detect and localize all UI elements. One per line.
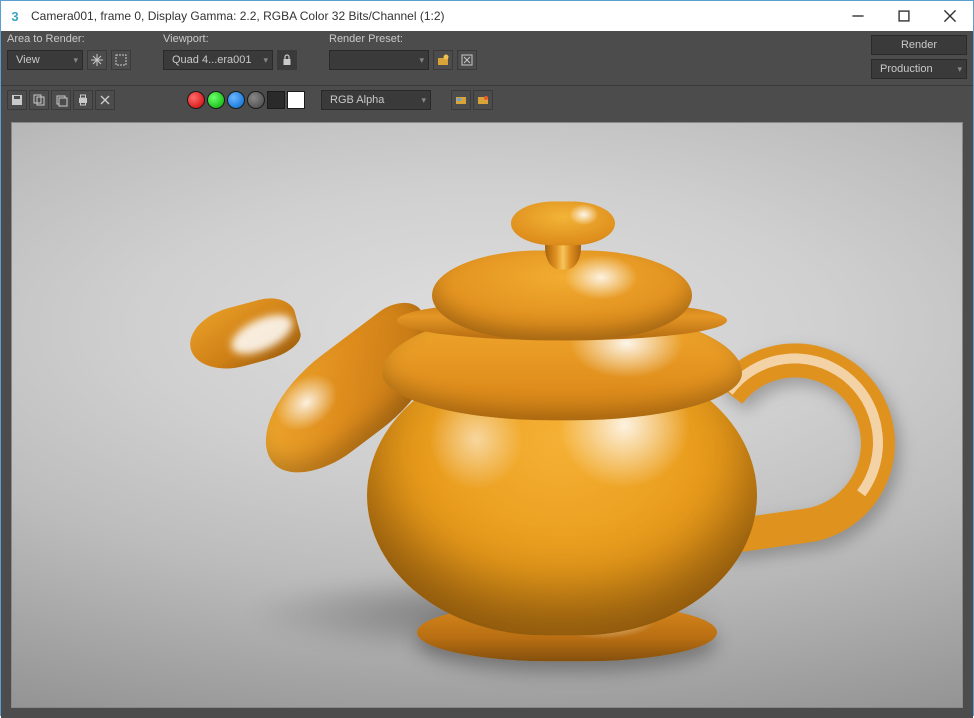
mono-dark-button[interactable]: [267, 91, 285, 109]
render-preset-label: Render Preset:: [329, 33, 477, 45]
viewport-area: [1, 116, 973, 718]
area-to-render-label: Area to Render:: [7, 33, 131, 45]
title-bar: 3 Camera001, frame 0, Display Gamma: 2.2…: [1, 1, 973, 31]
pan-icon[interactable]: [87, 50, 107, 70]
teapot-knob: [511, 201, 615, 245]
overlay-b-icon[interactable]: [473, 90, 493, 110]
area-to-render-dropdown[interactable]: View: [7, 50, 83, 70]
preset-load-icon[interactable]: [433, 50, 453, 70]
close-button[interactable]: [927, 1, 973, 31]
overlay-a-icon[interactable]: [451, 90, 471, 110]
delete-icon[interactable]: [95, 90, 115, 110]
maximize-button[interactable]: [881, 1, 927, 31]
minimize-button[interactable]: [835, 1, 881, 31]
viewport-group: Viewport: Quad 4...era001: [163, 33, 297, 79]
app-icon: 3: [5, 6, 25, 26]
clone-icon[interactable]: [51, 90, 71, 110]
render-preset-group: Render Preset:: [329, 33, 477, 79]
channel-blue-button[interactable]: [227, 91, 245, 109]
channel-green-button[interactable]: [207, 91, 225, 109]
preset-save-icon[interactable]: [457, 50, 477, 70]
render-button[interactable]: Render: [871, 35, 967, 55]
viewport-label: Viewport:: [163, 33, 297, 45]
mono-white-button[interactable]: [287, 91, 305, 109]
render-preset-dropdown[interactable]: [329, 50, 429, 70]
print-icon[interactable]: [73, 90, 93, 110]
toolbar-panel: Area to Render: View Viewport: Quad 4...…: [1, 31, 973, 116]
viewport-dropdown[interactable]: Quad 4...era001: [163, 50, 273, 70]
render-output[interactable]: [11, 122, 963, 708]
copy-icon[interactable]: [29, 90, 49, 110]
channel-red-button[interactable]: [187, 91, 205, 109]
area-to-render-group: Area to Render: View: [7, 33, 131, 79]
save-icon[interactable]: [7, 90, 27, 110]
lock-icon[interactable]: [277, 50, 297, 70]
production-dropdown[interactable]: Production: [871, 59, 967, 79]
channel-alpha-button[interactable]: [247, 91, 265, 109]
rendered-teapot: [97, 165, 877, 685]
window-title: Camera001, frame 0, Display Gamma: 2.2, …: [31, 9, 835, 23]
channel-dropdown[interactable]: RGB Alpha: [321, 90, 431, 110]
region-icon[interactable]: [111, 50, 131, 70]
